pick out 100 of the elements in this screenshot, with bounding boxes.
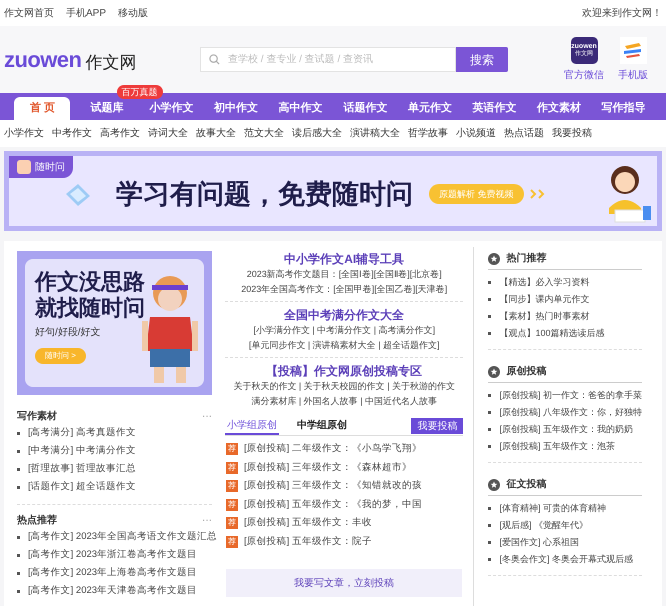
section-title: 热点推荐 [17, 514, 57, 528]
sub-nav-link[interactable]: 中考作文 [52, 126, 92, 141]
nav-tab[interactable]: 首 页 [14, 97, 70, 120]
app-label[interactable]: 官方微信 [564, 68, 604, 82]
recommend-badge: 荐 [226, 536, 238, 548]
nav-badge: 百万真题 [116, 85, 163, 99]
nav-tab[interactable]: 英语作文 [472, 97, 516, 120]
cta-panel[interactable]: 我要写文章，立刻投稿 [226, 569, 462, 597]
nav-tab[interactable]: 作文素材 [537, 97, 582, 120]
nav-tab[interactable]: 试题库 [90, 97, 124, 120]
nav-tab[interactable]: 小学作文 [149, 97, 194, 120]
search-field[interactable]: 查学校 / 查专业 / 查试题 / 查资讯 [200, 47, 456, 72]
link-line[interactable]: [单元同步作文 | 演讲稿素材大全 | 超全话题作文] [248, 339, 440, 354]
list-link[interactable]: [高考满分] 高考真题作文 [28, 426, 136, 440]
section-title: 征文投稿 [506, 478, 546, 492]
sub-nav-link[interactable]: 哲学故事 [408, 126, 448, 141]
post-link[interactable]: [原创投稿] 五年级作文：《我的梦，中国 [244, 498, 422, 512]
sub-nav-link[interactable]: 小学作文 [4, 126, 44, 141]
promo-subtitle: 好句/好段/好文 [35, 326, 102, 340]
link-line[interactable]: 2023年全国高考作文：[全国甲卷][全国乙卷][天津卷] [241, 283, 448, 298]
promo-banner[interactable]: 随时问 学习有问题，免费随时问 原题解析 免费视频 [4, 151, 662, 231]
list-link[interactable]: [高考作文] 2023年天津卷高考作文题目 [28, 584, 198, 598]
list-link[interactable]: [高考作文] 2023年上海卷高考作文题目 [28, 566, 198, 580]
link-line[interactable]: 2023新高考作文题目：[全国Ⅰ卷][全国Ⅱ卷][北京卷] [246, 268, 442, 283]
sub-nav-link[interactable]: 范文大全 [244, 126, 284, 141]
bullet-icon [17, 468, 20, 470]
list-link[interactable]: 【素材】热门时事素材 [499, 310, 590, 324]
bullet-icon [488, 298, 492, 301]
bullet-icon [17, 536, 20, 538]
bullet-icon [488, 445, 492, 448]
nav-tab[interactable]: 高中作文 [278, 97, 323, 120]
list-link[interactable]: [原创投稿] 初一作文：爸爸的拿手菜 [499, 388, 642, 402]
post-link[interactable]: [原创投稿] 二年级作文：《小鸟学飞翔》 [244, 442, 422, 456]
tab[interactable]: 小学组原创 [225, 418, 279, 435]
link-line[interactable]: [小学满分作文 | 中考满分作文 | 高考满分作文] [253, 324, 436, 339]
nav-tab[interactable]: 初中作文 [214, 97, 258, 120]
list-link[interactable]: 【精选】必入学习资料 [499, 276, 590, 290]
list-link[interactable]: [爱国作文] 心系祖国 [499, 536, 579, 550]
sub-nav-link[interactable]: 诗词大全 [148, 126, 188, 141]
bullet-icon [488, 281, 492, 284]
list-link[interactable]: [原创投稿] 八年级作文：你，好独特 [499, 406, 642, 420]
bullet-icon [488, 411, 492, 414]
more-link[interactable]: ··· [202, 409, 212, 424]
banner-headline: 学习有问题，免费随时问 [116, 178, 413, 211]
top-link[interactable]: 手机APP [66, 6, 106, 20]
bullet-icon [488, 541, 492, 544]
list-link[interactable]: [哲理故事] 哲理故事汇总 [28, 462, 136, 476]
sub-nav-link[interactable]: 小说频道 [456, 126, 496, 141]
sub-nav-link[interactable]: 故事大全 [196, 126, 236, 141]
post-link[interactable]: [原创投稿] 五年级作文：丰收 [244, 516, 372, 530]
top-link[interactable]: 作文网首页 [4, 6, 54, 20]
list-link[interactable]: [冬奥会作文] 冬奥会开幕式观后感 [499, 552, 633, 566]
list-link[interactable]: [观后感] 《觉醒年代》 [499, 518, 588, 532]
list-link[interactable]: 【同步】课内单元作文 [499, 292, 590, 306]
nav-tab[interactable]: 话题作文 [343, 97, 388, 120]
block-title[interactable]: 中小学作文AI辅导工具 [284, 250, 404, 268]
list-link[interactable]: [体育精神] 可贵的体育精神 [499, 502, 606, 516]
bullet-icon [488, 428, 492, 431]
sub-nav-link[interactable]: 高考作文 [100, 126, 140, 141]
nav-tab[interactable]: 单元作文 [408, 97, 452, 120]
link-line[interactable]: 关于秋天的作文 | 关于秋天校园的作文 | 关于秋游的作文 [233, 380, 456, 395]
app-label[interactable]: 手机版 [618, 68, 648, 82]
search-button[interactable]: 搜索 [456, 47, 508, 72]
link-line[interactable]: 满分素材库 | 外国名人故事 | 中国近代名人故事 [251, 395, 438, 410]
block-title[interactable]: 【投稿】作文网原创投稿专区 [266, 362, 422, 380]
list-link[interactable]: 【观点】100篇精选读后感 [499, 326, 605, 340]
section-title: 热门推荐 [506, 251, 546, 266]
sub-nav-link[interactable]: 演讲稿大全 [350, 126, 400, 141]
post-link[interactable]: [原创投稿] 三年级作文：《知错就改的孩 [244, 479, 422, 494]
bullet-icon [17, 554, 20, 556]
list-link[interactable]: [原创投稿] 五年级作文：泡茶 [499, 440, 615, 454]
list-link[interactable]: [话题作文] 超全话题作文 [28, 480, 136, 494]
list-link[interactable]: [高考作文] 2023年浙江卷高考作文题目 [28, 548, 198, 562]
list-link[interactable]: [高考作文] 2023年全国高考语文作文题汇总 [28, 530, 218, 544]
bullet-icon [17, 590, 20, 592]
site-logo[interactable]: zuowen 作文网 [4, 48, 200, 70]
list-link[interactable]: [中考满分] 中考满分作文 [28, 444, 136, 458]
sub-nav-link[interactable]: 我要投稿 [552, 126, 592, 141]
promo-card[interactable]: 作文没思路 就找随时问 好句/好段/好文 随时问 > [17, 251, 212, 395]
bullet-icon [488, 558, 492, 561]
sub-nav-link[interactable]: 热点话题 [504, 126, 544, 141]
post-link[interactable]: [原创投稿] 五年级作文：院子 [244, 534, 372, 549]
post-link[interactable]: [原创投稿] 三年级作文：《森林超市》 [244, 460, 412, 475]
stripes-icon[interactable] [620, 36, 646, 64]
tab[interactable]: 中学组原创 [295, 418, 349, 435]
welcome-text: 欢迎来到作文网！ [582, 6, 662, 20]
promo-title: 作文没思路 [35, 269, 146, 295]
sub-nav-link[interactable]: 读后感大全 [292, 126, 342, 141]
star-icon [488, 366, 500, 378]
bullet-icon [17, 432, 20, 434]
top-link[interactable]: 移动版 [118, 6, 148, 20]
bullet-icon [17, 450, 20, 452]
list-link[interactable]: [原创投稿] 五年级作文：我的奶奶 [499, 422, 633, 436]
submit-button[interactable]: 我要投稿 [411, 418, 464, 434]
star-icon [488, 478, 500, 490]
banner-tag: 随时问 [9, 156, 73, 178]
block-title[interactable]: 全国中考满分作文大全 [284, 306, 404, 324]
nav-tab[interactable]: 写作指导 [602, 97, 646, 120]
more-link[interactable]: ··· [202, 513, 212, 528]
bullet-icon [17, 486, 20, 488]
